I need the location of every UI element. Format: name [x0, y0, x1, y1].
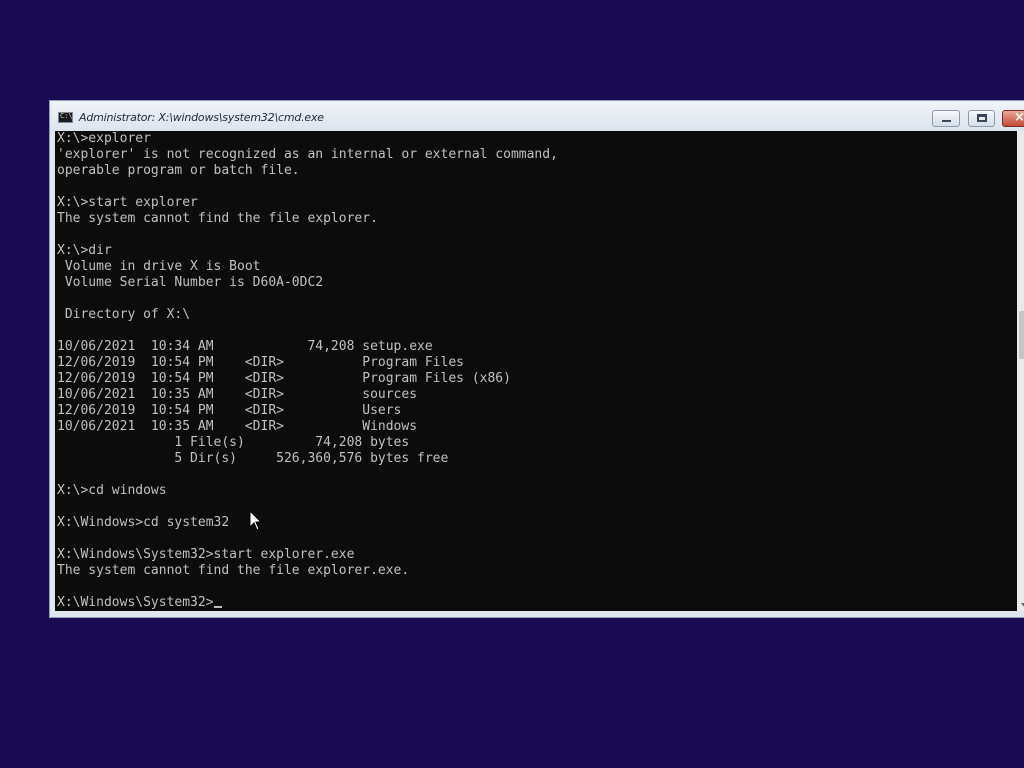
title-bar[interactable]: Administrator: X:\windows\system32\cmd.e… [50, 101, 1024, 131]
console-line: 1 File(s) 74,208 bytes [174, 435, 410, 450]
console-line: X:\Windows>cd system32 [57, 515, 230, 530]
console-line: 10/06/2021 10:35 AM <DIR> sources [57, 387, 418, 402]
console-text: X:\>explorer 'explorer' is not recognize… [55, 131, 1017, 611]
console-line: X:\>dir [57, 243, 112, 258]
maximize-icon [977, 114, 987, 122]
console-line: Volume in drive X is Boot [64, 259, 261, 274]
console-line: X:\>start explorer [57, 195, 198, 210]
vertical-scrollbar[interactable] [1017, 131, 1024, 611]
console-line: X:\Windows\System32>start explorer.exe [57, 547, 355, 562]
console-line: X:\>cd windows [57, 483, 167, 498]
console-line: The system cannot find the file explorer… [57, 211, 378, 226]
cmd-window[interactable]: Administrator: X:\windows\system32\cmd.e… [49, 100, 1024, 618]
mouse-pointer-icon [249, 509, 263, 531]
maximize-button[interactable] [968, 110, 995, 127]
console-line: X:\>explorer [57, 131, 151, 146]
console-line: Directory of X:\ [64, 307, 191, 322]
console-line: 12/06/2019 10:54 PM <DIR> Program Files … [57, 371, 511, 386]
minimize-icon [942, 120, 951, 122]
console-line: operable program or batch file. [57, 163, 300, 178]
window-title: Administrator: X:\windows\system32\cmd.e… [79, 111, 324, 124]
console-line: 'explorer' is not recognized as an inter… [57, 147, 558, 162]
close-icon: × [1014, 110, 1024, 125]
cmd-icon [58, 112, 73, 123]
console-line: Volume Serial Number is D60A-0DC2 [64, 275, 324, 290]
text-cursor [213, 606, 222, 608]
console-line: 12/06/2019 10:54 PM <DIR> Program Files [57, 355, 464, 370]
console-line: 10/06/2021 10:35 AM <DIR> Windows [57, 419, 418, 434]
console-output[interactable]: X:\>explorer 'explorer' is not recognize… [55, 131, 1017, 611]
console-prompt: X:\Windows\System32> [57, 595, 214, 610]
close-button[interactable]: × [1002, 110, 1024, 127]
console-line: 5 Dir(s) 526,360,576 bytes free [174, 451, 449, 466]
console-line: The system cannot find the file explorer… [57, 563, 410, 578]
console-line: 12/06/2019 10:54 PM <DIR> Users [57, 403, 402, 418]
scrollbar-thumb[interactable] [1019, 311, 1024, 359]
console-line: 10/06/2021 10:34 AM 74,208 setup.exe [57, 339, 433, 354]
minimize-button[interactable] [932, 110, 960, 127]
